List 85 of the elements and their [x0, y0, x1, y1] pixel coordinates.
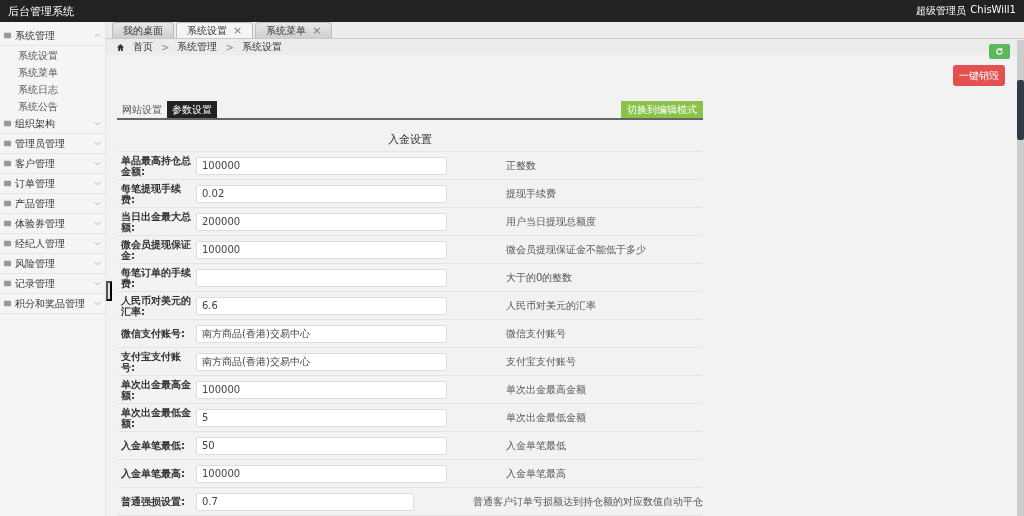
field-hint: 微信支付账号	[506, 326, 566, 341]
field-hint: 单次出金最高金额	[506, 382, 586, 397]
input-field[interactable]: 5	[196, 408, 447, 427]
breadcrumb-item[interactable]: 系统管理	[177, 40, 218, 54]
breadcrumb-separator: >	[225, 41, 234, 53]
menu-item-icon	[3, 179, 12, 188]
field-hint: 提现手续费	[506, 186, 556, 201]
menu-item-icon	[3, 299, 12, 308]
menu-item-icon	[3, 199, 12, 208]
input-field[interactable]: 南方商品(香港)交易中心	[196, 324, 447, 343]
input-field[interactable]	[196, 268, 447, 287]
sidebar-group[interactable]: 订单管理	[0, 174, 105, 194]
menu-item-icon	[3, 239, 12, 248]
field-hint: 人民币对美元的汇率	[506, 298, 596, 313]
input-field[interactable]: 100000	[196, 464, 447, 483]
sidebar-group[interactable]: 经纪人管理	[0, 234, 105, 254]
scrollbar[interactable]	[1017, 40, 1024, 516]
section-title: 入金设置	[388, 132, 432, 147]
field-label: 单次出金最低金额:	[120, 406, 192, 429]
sidebar-group[interactable]: 积分和奖品管理	[0, 294, 105, 314]
breadcrumb-item: 系统设置	[241, 40, 282, 54]
field-hint: 支付宝支付账号	[506, 354, 576, 369]
user-name[interactable]: ChisWill1	[970, 4, 1016, 18]
page-tab[interactable]: 系统设置 ×	[176, 22, 254, 38]
field-label: 单次出金最高金额:	[120, 378, 192, 401]
field-hint: 单次出金最低金额	[506, 410, 586, 425]
field-hint: 入金单笔最低	[506, 438, 566, 453]
field-hint: 普通客户订单亏损额达到持仓额的对应数值自动平仓	[473, 494, 703, 509]
field-label: 人民币对美元的汇率:	[120, 294, 192, 317]
input-field[interactable]: 0.02	[196, 184, 447, 203]
input-field[interactable]: 200000	[196, 212, 447, 231]
sidebar-group[interactable]: 客户管理	[0, 154, 105, 174]
menu-item-icon	[3, 119, 12, 128]
sidebar-group[interactable]: 体验券管理	[0, 214, 105, 234]
menu-item-icon	[3, 219, 12, 228]
field-label: 每笔提现手续费:	[120, 182, 182, 205]
breadcrumb-separator: >	[161, 41, 170, 53]
input-field[interactable]: 100000	[196, 380, 447, 399]
menu-item-icon	[3, 259, 12, 268]
field-hint: 用户当日提现总额度	[506, 214, 596, 229]
field-label: 每笔订单的手续费:	[120, 266, 192, 289]
sidebar-item[interactable]: 系统公告	[0, 97, 105, 114]
app-title: 后台管理系统	[8, 3, 74, 19]
menu-item-icon	[3, 31, 12, 40]
page-tab[interactable]: 我的桌面	[112, 22, 174, 38]
input-field[interactable]: 南方商品(香港)交易中心	[196, 352, 447, 371]
sidebar-group[interactable]: 风险管理	[0, 254, 105, 274]
refresh-icon	[995, 47, 1004, 56]
field-hint: 入金单笔最高	[506, 466, 566, 481]
sidebar-group[interactable]: 产品管理	[0, 194, 105, 214]
sidebar-group[interactable]: 管理员管理	[0, 134, 105, 154]
field-label: 单品最高持仓总金额:	[120, 154, 192, 177]
menu-item-icon	[3, 279, 12, 288]
settings-tab[interactable]: 参数设置	[167, 101, 217, 118]
breadcrumb-item[interactable]: 首页	[133, 40, 153, 54]
sidebar-item[interactable]: 系统设置	[0, 46, 105, 63]
sidebar-group[interactable]: 系统管理	[0, 26, 105, 46]
field-label: 当日出金最大总额:	[120, 210, 192, 233]
field-hint: 大于的0的整数	[506, 270, 573, 285]
sidebar-group[interactable]: 记录管理	[0, 274, 105, 294]
home-icon	[116, 42, 125, 52]
input-field[interactable]: 0.7	[196, 492, 414, 511]
user-role: 超级管理员	[916, 4, 967, 18]
sidebar-item[interactable]: 系统菜单	[0, 63, 105, 80]
menu-item-icon	[3, 139, 12, 148]
close-icon[interactable]: ×	[233, 24, 243, 37]
input-field[interactable]: 50	[196, 436, 447, 455]
input-field[interactable]: 100000	[196, 156, 447, 175]
collapse-handle[interactable]	[106, 281, 112, 301]
destroy-button[interactable]: 一键销毁	[953, 65, 1005, 86]
field-label: 微信支付账号:	[120, 328, 186, 339]
page-tab[interactable]: 系统菜单 ×	[255, 22, 333, 38]
input-field[interactable]: 100000	[196, 240, 447, 259]
field-label: 入金单笔最高:	[120, 468, 186, 479]
input-field[interactable]: 6.6	[196, 296, 447, 315]
field-hint: 正整数	[506, 158, 536, 173]
field-label: 微会员提现保证金:	[120, 238, 192, 261]
field-hint: 微会员提现保证金不能低于多少	[506, 242, 646, 257]
sidebar-item[interactable]: 系统日志	[0, 80, 105, 97]
field-label: 入金单笔最低:	[120, 440, 186, 451]
field-label: 普通强损设置:	[120, 496, 186, 507]
sidebar-group[interactable]: 组织架构	[0, 114, 105, 134]
field-label: 支付宝支付账号:	[120, 350, 182, 373]
settings-tab[interactable]: 网站设置	[117, 101, 167, 118]
menu-item-icon	[3, 159, 12, 168]
